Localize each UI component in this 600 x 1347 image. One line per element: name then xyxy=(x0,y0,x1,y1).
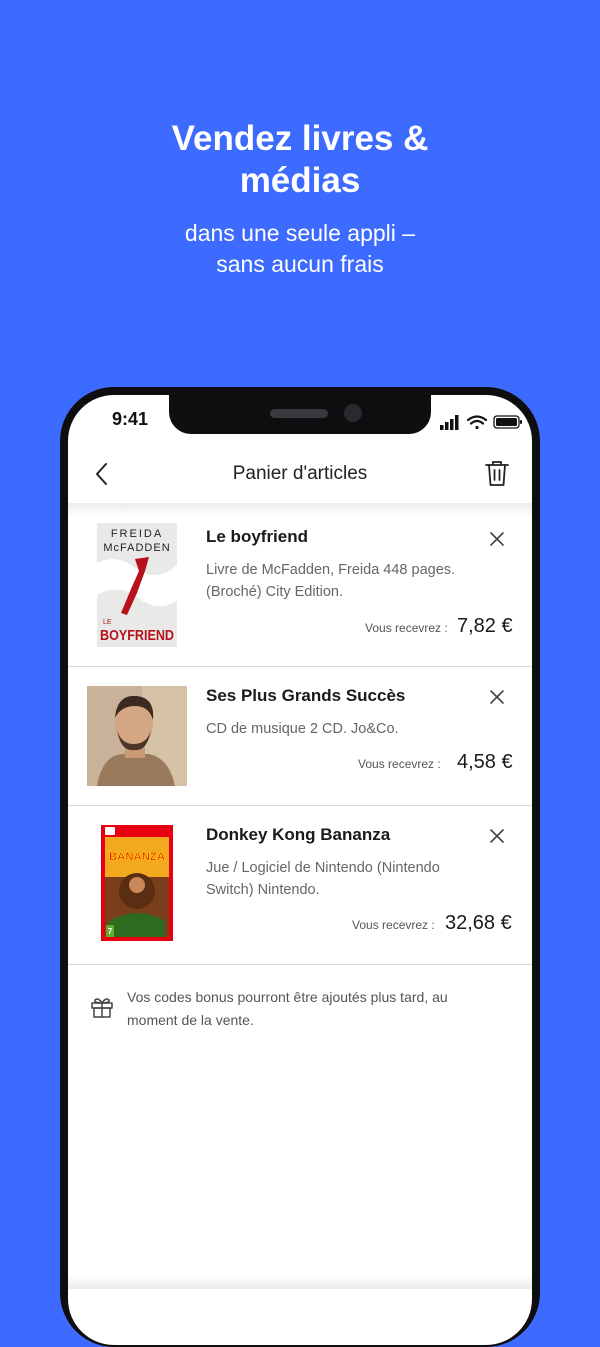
book-cover-title-small: LE xyxy=(103,619,112,626)
status-icons xyxy=(440,415,522,430)
album-cover-image xyxy=(87,686,187,786)
cart-item: BANANZA 7 Donkey Kong Bananza Jue / Logi… xyxy=(68,806,532,965)
item-price: 32,68 € xyxy=(445,912,512,934)
hero-subtitle-line1: dans une seule appli – xyxy=(184,220,416,246)
hero-title: Vendez livres & médias xyxy=(0,118,600,202)
close-icon[interactable] xyxy=(489,828,505,844)
front-camera xyxy=(344,404,362,422)
cellular-signal-icon xyxy=(440,415,459,430)
wifi-icon xyxy=(466,415,488,430)
item-title: Donkey Kong Bananza xyxy=(206,825,391,844)
book-cover-author-2: McFADDEN xyxy=(103,542,170,554)
book-cover-title: BOYFRIEND xyxy=(100,627,174,644)
hero-subtitle-line2: sans aucun frais xyxy=(216,251,384,277)
receive-label: Vous recevrez : xyxy=(365,621,448,635)
hero-title-line1: Vendez livres & xyxy=(171,119,429,158)
nav-shadow xyxy=(68,503,532,517)
book-cover-image: FREIDA McFADDEN LE BOYFRIEND xyxy=(97,523,177,647)
bottom-bar-shadow xyxy=(68,1275,532,1289)
trash-icon[interactable] xyxy=(484,459,510,487)
cart-item: Ses Plus Grands Succès CD de musique 2 C… xyxy=(68,667,532,806)
item-description: Livre de McFadden, Freida 448 pages. (Br… xyxy=(206,562,456,600)
phone-screen: 9:41 Panier d'articles FREIDA McFADDEN L… xyxy=(68,395,532,1345)
close-icon[interactable] xyxy=(489,531,505,547)
bonus-note: Vos codes bonus pourront être ajoutés pl… xyxy=(127,989,448,1028)
game-cover-title: BANANZA xyxy=(109,851,165,863)
game-cover-image: BANANZA 7 xyxy=(101,825,173,941)
hero-subtitle: dans une seule appli – sans aucun frais xyxy=(0,218,600,280)
hero-title-line2: médias xyxy=(239,161,361,200)
receive-label: Vous recevrez : xyxy=(352,918,435,932)
status-time: 9:41 xyxy=(112,409,149,429)
page-title: Panier d'articles xyxy=(232,463,368,484)
battery-icon xyxy=(493,415,522,429)
item-description: CD de musique 2 CD. Jo&Co. xyxy=(206,721,399,737)
receive-label: Vous recevrez : xyxy=(358,757,441,771)
phone-notch xyxy=(169,395,431,434)
cart-item: FREIDA McFADDEN LE BOYFRIEND Le boyfrien… xyxy=(68,517,532,667)
book-cover-author-1: FREIDA xyxy=(111,528,163,540)
game-age-rating: 7 xyxy=(108,927,113,936)
item-price: 7,82 € xyxy=(457,615,513,637)
gift-icon xyxy=(91,998,113,1018)
nav-bar: Panier d'articles xyxy=(68,453,532,503)
item-description: Jue / Logiciel de Nintendo (Nintendo Swi… xyxy=(206,860,440,898)
item-title: Le boyfriend xyxy=(206,527,309,546)
item-title: Ses Plus Grands Succès xyxy=(206,686,406,705)
item-price: 4,58 € xyxy=(457,751,513,773)
speaker-grille xyxy=(270,409,328,418)
close-icon[interactable] xyxy=(489,689,505,705)
